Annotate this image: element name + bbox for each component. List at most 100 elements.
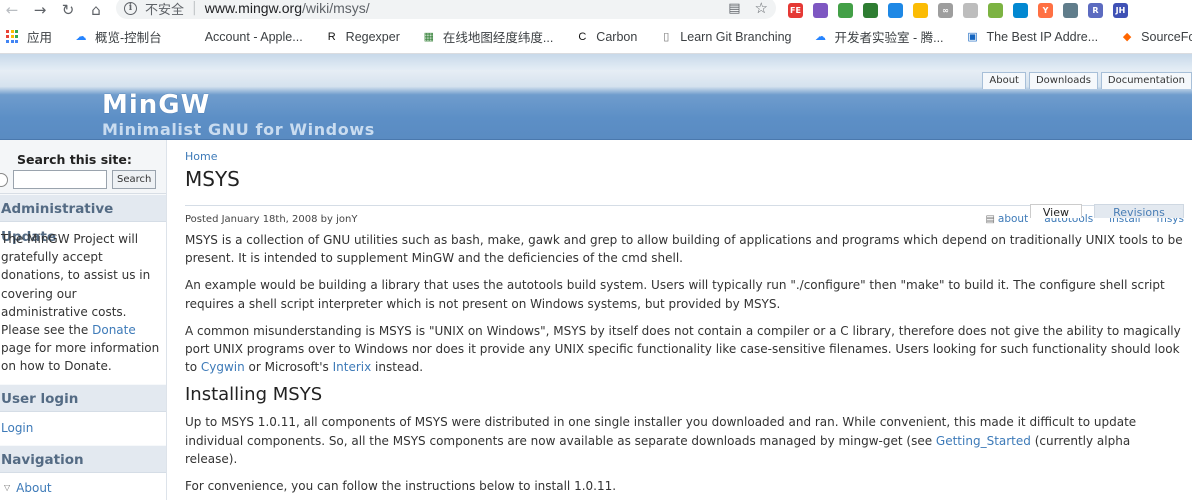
translate-icon[interactable]: ▤ [728,1,740,16]
apple-icon [184,30,198,44]
sidebar: Search this site: Search Administrative … [0,140,167,500]
bookmark-label: 概览-控制台 [95,31,162,45]
info-icon[interactable]: i [124,1,137,15]
search-circle-icon [0,172,8,187]
back-arrow-icon[interactable]: ← [2,0,22,20]
navigation-heading: Navigation [0,444,166,473]
bookmark-star-icon[interactable]: ☆ [755,0,768,17]
extension-chrome-icon[interactable] [913,2,928,18]
bookmark-label: 在线地图经度纬度... [442,31,554,45]
triangle-down-icon: ▽ [4,483,11,493]
user-login-heading: User login [0,383,166,412]
extension-infinity-icon[interactable]: ∞ [938,2,953,18]
bookmark-label: Carbon [596,29,638,44]
search-title: Search this site: [17,152,132,167]
carbon-icon: C [578,30,587,43]
site-top-strip [0,54,1192,70]
sourceforge-icon: ◆ [1122,31,1132,43]
bookmark-item[interactable]: R Regexper [325,30,400,44]
extension-r-icon[interactable]: R [1088,2,1103,18]
header-tab-about[interactable]: About [982,72,1026,89]
extension-shield-icon[interactable] [963,2,978,18]
extension-jh-icon[interactable]: JH [1113,2,1128,18]
home-icon[interactable]: ⌂ [86,0,106,20]
paragraph-example: An example would be building a library t… [185,278,1165,311]
getting-started-link[interactable]: Getting_Started [936,434,1031,448]
cloud-icon: ☁ [75,31,87,43]
url-text[interactable]: www.mingw.org/wiki/msys/ [205,0,370,16]
bookmark-item[interactable]: Account - Apple... [184,30,303,44]
extension-purple-icon[interactable] [813,2,828,18]
login-link[interactable]: Login [0,412,166,445]
view-tabs: View Revisions [1029,204,1184,219]
extension-globe-icon[interactable] [838,2,853,18]
bookmark-item[interactable]: ☁ 开发者实验室 - 腾... [813,27,944,46]
bookmark-item[interactable]: ◆ SourceForge - Do... [1120,30,1192,44]
bookmark-label: Learn Git Branching [680,29,792,44]
bookmarks-bar: 应用 ☁ 概览-控制台 Account - Apple... R Regexper ▦ 在线地… [0,20,1192,54]
search-row: Search [0,170,166,189]
bookmark-item[interactable]: ▯ Learn Git Branching [659,30,791,44]
extension-yz-icon[interactable]: Y [1038,2,1053,18]
url-separator: | [192,0,197,16]
cloud-icon: ☁ [814,31,826,43]
extension-green-icon[interactable] [863,2,878,18]
admin-text-before: The MinGW Project will gratefully accept… [1,232,151,338]
address-bar[interactable]: i 不安全 | www.mingw.org/wiki/msys/ ▤ ☆ [116,0,776,19]
apps-icon [6,29,20,44]
ip-icon: ▣ [967,31,978,43]
header-tab-documentation[interactable]: Documentation [1100,72,1192,89]
forward-arrow-icon[interactable]: → [30,0,50,20]
p3-text-b: or Microsoft's [244,360,333,375]
interix-link[interactable]: Interix [333,360,372,374]
tab-revisions[interactable]: Revisions [1094,204,1184,219]
bookmark-item[interactable]: ☁ 概览-控制台 [74,27,162,46]
extension-edge-icon[interactable] [1013,2,1028,18]
p3-text-c: instead. [371,360,424,375]
bookmark-label: The Best IP Addre... [986,29,1099,44]
bookmark-item[interactable]: C Carbon [575,30,637,44]
paragraph-installing: Up to MSYS 1.0.11, all components of MSY… [185,413,1184,468]
extension-fe-icon[interactable]: FE [788,2,803,18]
page-layout: Search this site: Search Administrative … [0,140,1192,500]
page-title: MSYS [185,167,240,191]
main-content: Home MSYS View Revisions Posted January … [167,140,1192,500]
reload-icon[interactable]: ↻ [58,0,78,20]
nav-item-label: About [16,480,52,495]
url-host: www.mingw.org [204,0,302,16]
browser-toolbar: ← → ↻ ⌂ i 不安全 | www.mingw.org/wiki/msys/… [0,0,1192,20]
bookmark-item[interactable]: ▣ The Best IP Addre... [966,29,1099,44]
cygwin-link[interactable]: Cygwin [201,360,245,374]
extension-search-icon[interactable] [888,2,903,18]
header-tabs: About Downloads Documentation [982,72,1192,89]
term-about[interactable]: about [998,213,1028,225]
tab-view[interactable]: View [1029,204,1082,219]
search-block: Search this site: Search [0,140,166,194]
url-path: /wiki/msys/ [302,0,370,16]
tag-icon: ▤ [985,213,995,225]
map-icon: ▦ [423,31,435,43]
breadcrumb-home[interactable]: Home [185,150,1184,163]
admin-update-text: The MinGW Project will gratefully accept… [0,222,166,384]
bookmark-item[interactable]: 应用 [6,27,52,46]
extension-android-icon[interactable] [988,2,1003,18]
bookmark-label: Account - Apple... [204,29,303,44]
posted-text: Posted January 18th, 2008 by jonY [185,213,358,225]
bookmark-label: Regexper [345,29,400,44]
bookmark-item[interactable]: ▦ 在线地图经度纬度... [422,27,554,46]
extensions-bar: FE ∞ Y R JH [788,0,1128,20]
site-header: About Downloads Documentation MinGW Mini… [0,70,1192,140]
header-tab-downloads[interactable]: Downloads [1028,72,1098,89]
site-logo-subtitle: Minimalist GNU for Windows [102,120,375,139]
site-logo-title[interactable]: MinGW [102,90,210,120]
insecure-label: 不安全 [145,2,185,18]
admin-update-heading: Administrative Update [0,194,166,245]
donate-link[interactable]: Donate [92,323,136,337]
paragraph-intro: MSYS is a collection of GNU utilities su… [185,233,1183,266]
search-input[interactable] [13,170,107,189]
extension-gauge-icon[interactable] [1063,2,1078,18]
bookmark-label: 应用 [27,31,53,45]
search-button[interactable]: Search [112,170,157,189]
nav-item-about[interactable]: ▽ About [0,473,166,495]
paragraph-misunderstanding: A common misunderstanding is MSYS is "UN… [185,322,1184,377]
